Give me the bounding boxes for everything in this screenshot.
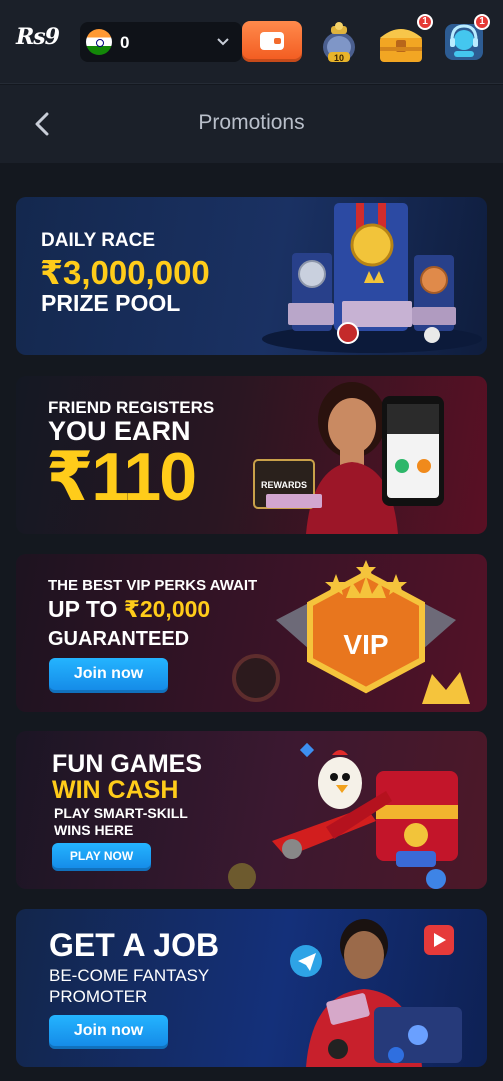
chicken-airplane-illustration <box>228 742 458 889</box>
woman-with-phone-illustration: REWARDS <box>253 382 444 534</box>
banner-4-line1: FUN GAMES <box>52 750 202 778</box>
vip-emblem-label: VIP <box>343 629 388 660</box>
balance-selector[interactable]: 0 <box>80 22 242 62</box>
promoter-with-laptop-illustration <box>290 919 462 1067</box>
reward-jar-icon[interactable]: 10 <box>318 20 360 64</box>
banner-4-line3: PLAY SMART-SKILL <box>54 805 188 821</box>
promoter-join-now-button[interactable]: Join now <box>49 1015 168 1049</box>
wallet-icon <box>260 32 284 50</box>
podium-medals-illustration <box>262 203 482 353</box>
rewards-chest-label: REWARDS <box>261 480 307 490</box>
chest-notification-badge: 1 <box>417 14 433 30</box>
fun-games-banner[interactable]: FUN GAMES WIN CASH PLAY SMART-SKILL WINS… <box>16 731 487 889</box>
india-flag-icon <box>86 29 112 55</box>
banner-3-line3: GUARANTEED <box>48 628 190 650</box>
fantasy-promoter-banner[interactable]: GET A JOB BE-COME FANTASY PROMOTER Join … <box>16 909 487 1067</box>
banner-3-upto: UP TO <box>48 596 124 622</box>
balance-amount: 0 <box>120 33 130 52</box>
banner-5-line2: BE-COME FANTASY <box>49 966 210 985</box>
vip-perks-banner[interactable]: THE BEST VIP PERKS AWAIT UP TO ₹20,000 G… <box>16 554 487 712</box>
vip-join-now-button[interactable]: Join now <box>49 658 168 693</box>
banner-1-line1: DAILY RACE <box>41 230 156 251</box>
jar-label: 10 <box>334 53 344 63</box>
banner-5-line1: GET A JOB <box>49 927 220 963</box>
banner-5-line3: PROMOTER <box>49 987 148 1006</box>
banner-1-prize-amount: ₹3,000,000 <box>40 254 210 291</box>
referral-banner[interactable]: FRIEND REGISTERS YOU EARN ₹110 REWARDS <box>16 376 487 534</box>
chevron-down-icon <box>217 38 229 46</box>
banner-2-reward-amount: ₹110 <box>46 439 197 515</box>
rs9-logo[interactable]: Rs9 <box>16 24 72 54</box>
play-now-button[interactable]: PLAY NOW <box>52 843 151 871</box>
wallet-button[interactable] <box>242 21 302 62</box>
banner-3-amount: ₹20,000 <box>123 596 211 622</box>
banner-2-line1: FRIEND REGISTERS <box>48 398 215 417</box>
banner-4-line4: WINS HERE <box>54 822 134 838</box>
page-header: Promotions <box>0 85 503 163</box>
banner-1-line3: PRIZE POOL <box>41 290 181 316</box>
vip-emblem-illustration: VIP <box>232 560 470 704</box>
page-title: Promotions <box>198 111 305 134</box>
banner-4-line2: WIN CASH <box>52 776 179 804</box>
support-notification-badge: 1 <box>474 14 490 30</box>
daily-race-banner[interactable]: DAILY RACE ₹3,000,000 PRIZE POOL <box>16 197 487 355</box>
top-bar: Rs9 0 10 1 1 <box>0 0 503 84</box>
banner-3-line2: UP TO ₹20,000 <box>48 596 210 623</box>
